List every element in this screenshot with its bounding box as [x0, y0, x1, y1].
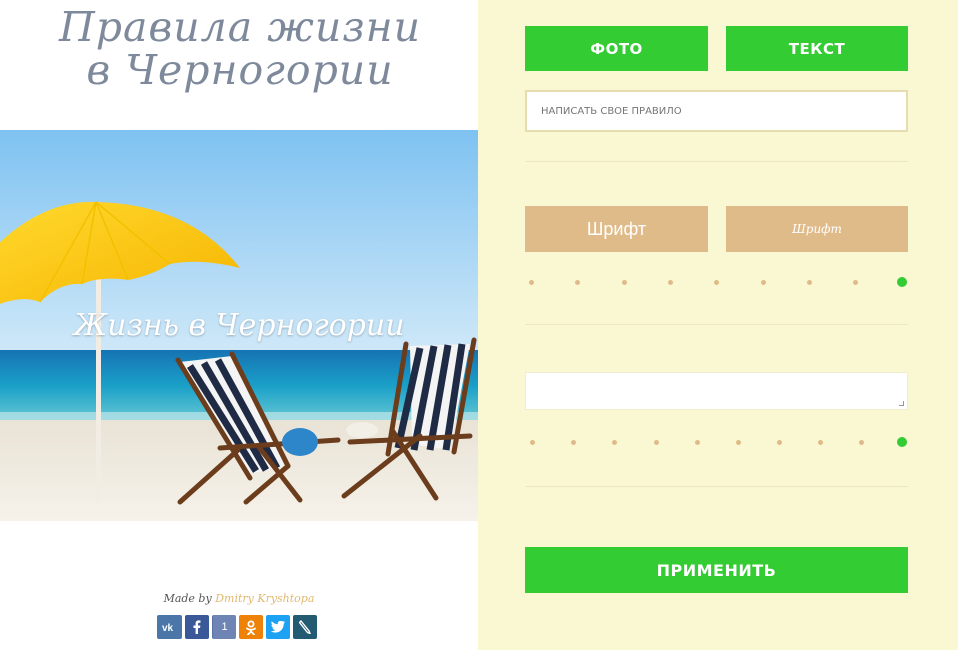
text-tab-button[interactable]: ТЕКСТ [726, 26, 908, 71]
page-title: Правила жизни в Черногории [58, 3, 422, 94]
font-size-slider[interactable] [525, 277, 908, 289]
apply-button[interactable]: ПРИМЕНИТЬ [525, 547, 908, 593]
slider-dot[interactable] [853, 280, 858, 285]
slider-dot-selected[interactable] [897, 277, 907, 287]
beach-photo: Жизнь в Черногории [0, 130, 478, 521]
slider-dot[interactable] [761, 280, 766, 285]
vk-icon: vk [162, 623, 174, 632]
twitter-share-button[interactable] [266, 615, 290, 639]
editor-panel: ФОТО ТЕКСТ Шрифт Шрифт [478, 0, 958, 650]
font-sans-button[interactable]: Шрифт [525, 206, 708, 252]
divider [525, 486, 908, 487]
divider [525, 161, 908, 162]
app: Правила жизни в Черногории Жизнь в Черно… [0, 0, 958, 650]
text-position-slider[interactable] [525, 437, 908, 449]
livejournal-pencil-icon [299, 620, 311, 634]
slider-dot[interactable] [575, 280, 580, 285]
odnoklassniki-icon [246, 620, 256, 635]
rule-input[interactable] [525, 90, 908, 132]
slider-dot[interactable] [654, 440, 659, 445]
overlay-rule-text: Жизнь в Черногории [73, 308, 405, 343]
slider-dot[interactable] [736, 440, 741, 445]
font-script-button[interactable]: Шрифт [726, 206, 908, 252]
slider-dot[interactable] [859, 440, 864, 445]
resize-grip-icon[interactable] [899, 401, 904, 406]
slider-dot[interactable] [530, 440, 535, 445]
slider-dot[interactable] [571, 440, 576, 445]
author-link[interactable]: Dmitry Kryshtopa [215, 592, 314, 605]
facebook-share-count: 1 [212, 615, 236, 639]
credit-line: Made by Dmitry Kryshtopa [0, 592, 478, 605]
slider-dot[interactable] [668, 280, 673, 285]
text-input-area[interactable] [525, 372, 908, 410]
slider-dot-selected[interactable] [897, 437, 907, 447]
svg-text:vk: vk [162, 623, 174, 632]
made-by-label: Made by [163, 592, 212, 605]
divider [525, 324, 908, 325]
livejournal-share-button[interactable] [293, 615, 317, 639]
photo-tab-button[interactable]: ФОТО [525, 26, 708, 71]
slider-dot[interactable] [695, 440, 700, 445]
slider-dot[interactable] [612, 440, 617, 445]
slider-dot[interactable] [777, 440, 782, 445]
odnoklassniki-share-button[interactable] [239, 615, 263, 639]
slider-dot[interactable] [714, 280, 719, 285]
facebook-share-button[interactable] [185, 615, 209, 639]
facebook-icon [193, 620, 201, 634]
twitter-icon [271, 621, 285, 633]
slider-dot[interactable] [818, 440, 823, 445]
slider-dot[interactable] [529, 280, 534, 285]
vk-share-button[interactable]: vk [157, 615, 182, 639]
slider-dot[interactable] [622, 280, 627, 285]
slider-dot[interactable] [807, 280, 812, 285]
preview-panel: Правила жизни в Черногории Жизнь в Черно… [0, 0, 478, 650]
social-share-bar: vk 1 [157, 615, 317, 639]
